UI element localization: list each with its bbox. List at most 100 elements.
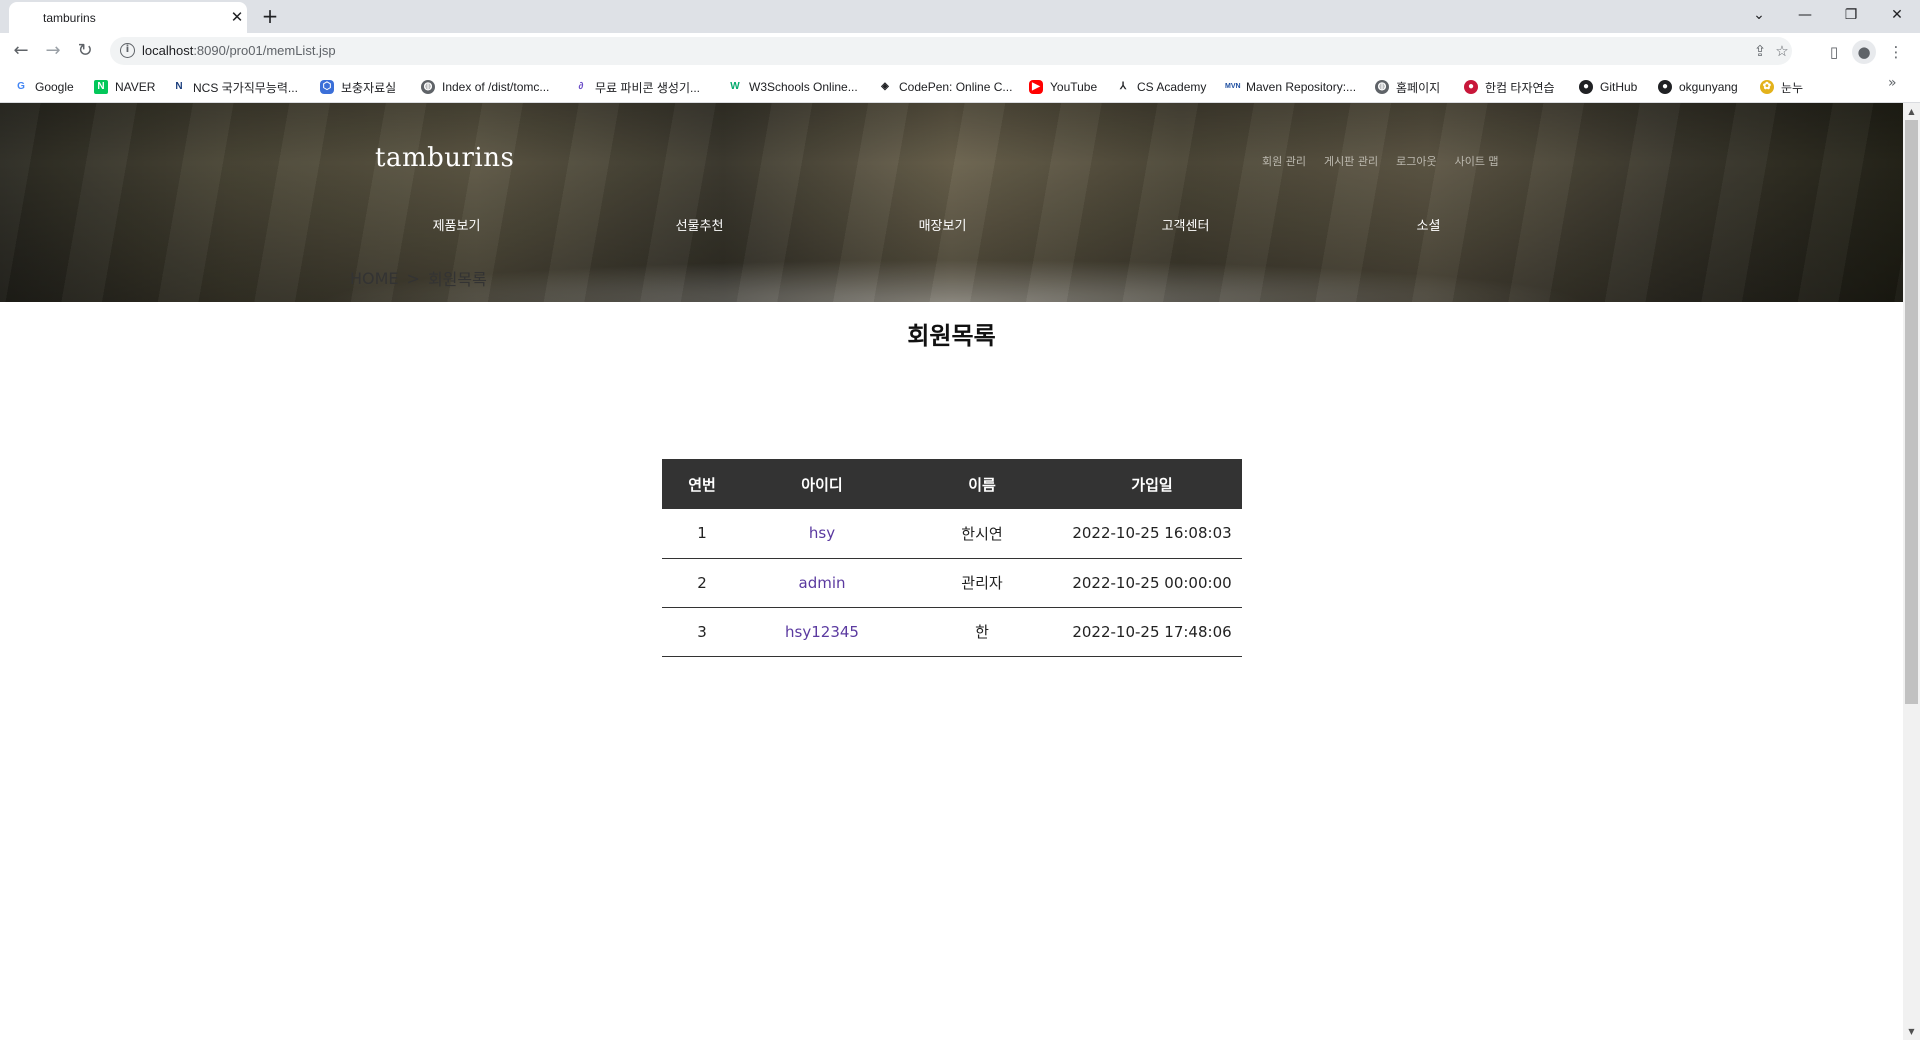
bookmark-item[interactable]: ▶ YouTube (1029, 78, 1097, 96)
bookmark-star-icon[interactable]: ☆ (1772, 41, 1792, 61)
breadcrumb-current: 회원목록 (427, 270, 487, 289)
member-id-link[interactable]: hsy (809, 524, 835, 542)
bookmark-item[interactable]: ● okgunyang (1658, 78, 1738, 96)
nav-social[interactable]: 소셜 (1307, 215, 1550, 234)
close-window-button[interactable]: ✕ (1874, 0, 1920, 30)
cell-joined: 2022-10-25 16:08:03 (1062, 509, 1242, 559)
back-icon[interactable]: ← (9, 39, 33, 63)
bookmark-label: GitHub (1600, 80, 1638, 94)
cell-name: 한시연 (902, 509, 1062, 559)
bookmark-item[interactable]: ◍ 홈페이지 (1375, 78, 1440, 96)
url-path: :8090/pro01/memList.jsp (193, 43, 336, 58)
bookmarks-bar: G Google N NAVER N NCS 국가직무능력... ⬡ 보충자료실 ◍ In… (0, 70, 1920, 103)
bookmark-item[interactable]: MVN Maven Repository:... (1225, 78, 1356, 96)
url-text[interactable]: localhost:8090/pro01/memList.jsp (142, 43, 336, 58)
scroll-down-icon[interactable]: ▼ (1903, 1023, 1920, 1040)
page-title: 회원목록 (907, 322, 996, 350)
board-admin-link[interactable]: 게시판 관리 (1324, 153, 1378, 169)
member-id-link[interactable]: admin (799, 574, 846, 592)
member-admin-link[interactable]: 회원 관리 (1262, 153, 1306, 169)
browser-tab[interactable]: tamburins ✕ (9, 2, 247, 33)
browser-toolbar: ← → ↻ i localhost:8090/pro01/memList.jsp… (0, 33, 1920, 70)
bookmark-item[interactable]: G Google (14, 78, 74, 96)
table-row: 1 hsy 한시연 2022-10-25 16:08:03 (662, 509, 1242, 559)
hancom-icon: ● (1464, 80, 1478, 94)
page-scrollbar[interactable]: ▲ ▼ (1903, 103, 1920, 1040)
restore-button[interactable]: ❐ (1828, 0, 1874, 30)
sitemap-link[interactable]: 사이트 맵 (1455, 153, 1499, 169)
bookmark-label: CodePen: Online C... (899, 80, 1013, 94)
cell-id: hsy (742, 509, 902, 559)
naver-icon: N (94, 80, 108, 94)
tab-close-icon[interactable]: ✕ (227, 7, 247, 27)
bookmark-item[interactable]: N NAVER (94, 78, 155, 96)
nav-products[interactable]: 제품보기 (335, 215, 578, 234)
breadcrumb-home[interactable]: HOME (350, 269, 399, 288)
tab-search-icon[interactable]: ⌄ (1736, 0, 1782, 30)
share-icon[interactable]: ⇪ (1750, 41, 1770, 61)
address-bar[interactable]: i localhost:8090/pro01/memList.jsp ⇪ ☆ (110, 37, 1792, 65)
cell-joined: 2022-10-25 17:48:06 (1062, 607, 1242, 657)
new-tab-button[interactable]: + (258, 4, 282, 28)
logout-link[interactable]: 로그아웃 (1396, 153, 1436, 169)
main-nav: 제품보기 선물추천 매장보기 고객센터 소셜 (335, 215, 1550, 239)
nav-gift[interactable]: 선물추천 (578, 215, 821, 234)
forward-icon[interactable]: → (41, 39, 65, 63)
tab-title: tamburins (43, 11, 96, 25)
bookmark-label: Index of /dist/tomc... (442, 80, 550, 94)
bookmark-label: CS Academy (1137, 80, 1207, 94)
maven-icon: MVN (1225, 80, 1241, 94)
noonnu-icon: ✿ (1760, 80, 1774, 94)
cs-academy-icon: ⅄ (1116, 80, 1130, 94)
site-logo[interactable]: tamburins (375, 143, 514, 173)
bookmark-item[interactable]: ● GitHub (1579, 78, 1637, 96)
w3schools-icon: W (728, 80, 742, 94)
bookmark-item[interactable]: ⅄ CS Academy (1116, 78, 1206, 96)
site-info-icon[interactable]: i (120, 43, 135, 58)
youtube-icon: ▶ (1029, 80, 1043, 94)
bookmark-item[interactable]: ✿ 눈누 (1760, 78, 1803, 96)
bookmark-label: 홈페이지 (1396, 80, 1441, 95)
col-number: 연번 (662, 459, 742, 509)
profile-avatar-icon[interactable]: ● (1852, 40, 1876, 64)
side-panel-icon[interactable]: ▯ (1822, 40, 1846, 64)
bookmark-label: Maven Repository:... (1246, 80, 1357, 94)
bookmark-label: 무료 파비콘 생성기... (595, 80, 700, 95)
bookmarks-overflow-icon[interactable]: » (1888, 75, 1897, 91)
table-header-row: 연번 아이디 이름 가입일 (662, 459, 1242, 509)
globe-icon: ◍ (1375, 80, 1389, 94)
minimize-button[interactable]: — (1782, 0, 1828, 30)
cell-joined: 2022-10-25 00:00:00 (1062, 558, 1242, 608)
utility-links: 회원 관리 게시판 관리 로그아웃 사이트 맵 (1262, 153, 1499, 169)
col-joined: 가입일 (1062, 459, 1242, 509)
bookmark-item[interactable]: ⬡ 보충자료실 (320, 78, 396, 96)
bookmark-label: okgunyang (1679, 80, 1738, 94)
nav-stores[interactable]: 매장보기 (821, 215, 1064, 234)
cell-id: admin (742, 558, 902, 608)
google-icon: G (14, 80, 28, 94)
bookmark-item[interactable]: ◍ Index of /dist/tomc... (421, 78, 549, 96)
nav-support[interactable]: 고객센터 (1064, 215, 1307, 234)
cell-name: 관리자 (902, 558, 1062, 608)
bookmark-item[interactable]: W W3Schools Online... (728, 78, 858, 96)
breadcrumb-separator: > (406, 268, 420, 288)
bookmark-item[interactable]: ◈ CodePen: Online C... (878, 78, 1012, 96)
bookmark-item[interactable]: N NCS 국가직무능력... (172, 78, 298, 96)
reload-icon[interactable]: ↻ (73, 39, 97, 63)
cell-number: 1 (662, 509, 742, 559)
col-id: 아이디 (742, 459, 902, 509)
bookmark-item[interactable]: ● 한컴 타자연습 (1464, 78, 1555, 96)
scroll-thumb[interactable] (1905, 120, 1918, 704)
bookmark-item[interactable]: ∂ 무료 파비콘 생성기... (574, 78, 700, 96)
page-viewport: tamburins 회원 관리 게시판 관리 로그아웃 사이트 맵 제품보기 선… (0, 103, 1903, 1040)
menu-kebab-icon[interactable]: ⋮ (1884, 40, 1908, 64)
codepen-icon: ◈ (878, 80, 892, 94)
bookmark-label: 한컴 타자연습 (1485, 80, 1555, 95)
bookmark-label: Google (35, 80, 74, 94)
url-host: localhost (142, 43, 194, 58)
scroll-up-icon[interactable]: ▲ (1903, 103, 1920, 120)
hexagon-icon: ⬡ (320, 80, 334, 94)
member-table: 연번 아이디 이름 가입일 1 hsy 한시연 2022-10-25 16:08… (662, 459, 1242, 657)
member-id-link[interactable]: hsy12345 (785, 623, 859, 641)
bookmark-label: W3Schools Online... (749, 80, 858, 94)
